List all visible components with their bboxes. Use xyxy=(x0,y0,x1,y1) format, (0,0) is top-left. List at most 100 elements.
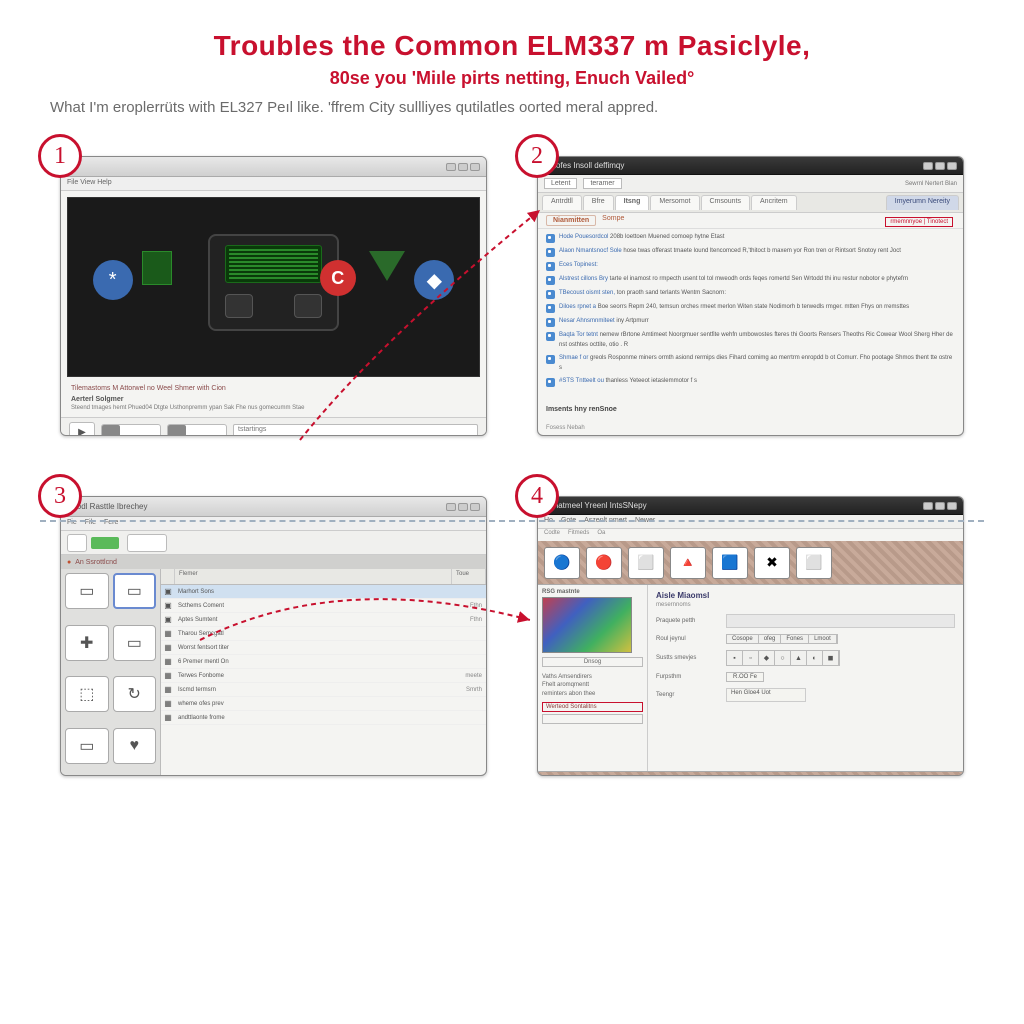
header-right: Sewrnl Nertert Blan xyxy=(905,181,957,187)
checkbox-icon[interactable] xyxy=(546,276,555,285)
file-row[interactable]: ▣Aptes SumtentFthn xyxy=(161,613,486,627)
checkbox-icon[interactable] xyxy=(546,234,555,243)
form-label: Teengr xyxy=(656,692,720,698)
toolbar-big-icon[interactable]: 🔺 xyxy=(670,547,706,579)
sidebar-icon[interactable]: ▭ xyxy=(65,573,109,609)
text-input[interactable]: Hen Gloe4 Uot xyxy=(726,688,806,702)
toolbar-big-icon[interactable]: 🔴 xyxy=(586,547,622,579)
tab-0[interactable]: Antrdtll xyxy=(542,195,582,210)
sidebar-icon[interactable]: ▭ xyxy=(113,573,157,609)
form-row: Praquete petth xyxy=(656,614,955,628)
form-label: Praquete petth xyxy=(656,618,720,624)
text-input[interactable] xyxy=(726,614,955,628)
subtab-0[interactable]: Nianmitten xyxy=(546,215,596,226)
checkbox-icon[interactable] xyxy=(546,332,555,341)
file-row[interactable]: ▦Worrst fentsort titer xyxy=(161,641,486,655)
option-tabs[interactable]: CosopeofegFonesLmoot xyxy=(726,634,838,644)
checkbox-icon[interactable] xyxy=(546,378,555,387)
step-badge-4: 4 xyxy=(515,474,559,518)
toolbar-big-icon[interactable]: 🔵 xyxy=(544,547,580,579)
file-row[interactable]: ▣Marhort Sons xyxy=(161,585,486,599)
form-label: Sustts smevjes xyxy=(656,655,720,661)
menubar[interactable]: HoGoteAszenlt nmertNewer xyxy=(538,515,963,529)
window-controls[interactable] xyxy=(446,503,480,511)
checklist-item[interactable]: Diloes rpnet a Boe seorrs Repm 240, tems… xyxy=(546,303,955,313)
icon-picker[interactable]: ▪▫◆○▲◐◼ xyxy=(726,650,840,666)
sidebar-icon[interactable]: ♥ xyxy=(113,728,157,764)
file-row[interactable]: ▦wheme ofes prev xyxy=(161,697,486,711)
green-triangle-icon xyxy=(369,251,405,281)
file-row[interactable]: ▣Scthems ComentFthn xyxy=(161,599,486,613)
file-row[interactable]: ▦6 Premer mentl On xyxy=(161,655,486,669)
tab-1[interactable]: Bfre xyxy=(583,195,614,210)
file-row[interactable]: ▦Tharou Semcgatl xyxy=(161,627,486,641)
file-row[interactable]: ▦Terwes Fonbomemeete xyxy=(161,669,486,683)
section-divider xyxy=(40,520,984,522)
dropdown-2[interactable]: teramer xyxy=(583,178,621,189)
checklist-item[interactable]: Eces Topinest: xyxy=(546,261,955,271)
tab-2[interactable]: Itsng xyxy=(615,195,650,210)
sidebar-icon[interactable]: ▭ xyxy=(65,728,109,764)
tab-5[interactable]: Ancritem xyxy=(751,195,797,210)
file-row[interactable]: ▦Iscmd termsrnSmrth xyxy=(161,683,486,697)
checklist-item[interactable]: Alstrest cillons Bry tarte el inamost ro… xyxy=(546,275,955,285)
tab-strip: ●An Ssrottlcnd xyxy=(61,555,486,569)
panel-3: 3 Shodl Rasttle Ibrechey FieFileFere ●An… xyxy=(60,496,487,776)
window-scanner: File View Help * C ◆ Tilemastoms M Attor… xyxy=(60,156,487,436)
checklist-item[interactable]: TBecoust oismt sten, ton praoth sand ter… xyxy=(546,289,955,299)
tab-label[interactable]: An Ssrottlcnd xyxy=(75,559,117,566)
side-text-1: Vaths Amsendirers xyxy=(542,673,643,681)
play-button[interactable]: ▶ xyxy=(69,422,95,436)
download-button[interactable]: Dnsog xyxy=(542,657,643,667)
tab-right[interactable]: Imyerumn Nereity xyxy=(886,195,959,210)
toolbar-big-icon[interactable]: 🟦 xyxy=(712,547,748,579)
footer-seg-1: For rT Bent toamert as tuntern xyxy=(544,775,635,777)
column-headers: Flemer Toue xyxy=(161,569,486,585)
toolbar-big-icon[interactable]: ⬜ xyxy=(628,547,664,579)
checkbox-icon[interactable] xyxy=(546,290,555,299)
bluetooth-icon-left: * xyxy=(93,260,133,300)
checkbox-icon[interactable] xyxy=(546,304,555,313)
bluetooth-icon-right: ◆ xyxy=(414,260,454,300)
toolbar xyxy=(61,531,486,555)
toolbar-button[interactable] xyxy=(67,534,87,552)
sidebar-icon[interactable]: ↻ xyxy=(113,676,157,712)
checklist-item[interactable]: Baqta Tor tetnt nemew rBrtone Amtimeet N… xyxy=(546,331,955,350)
form-label: Furpsthm xyxy=(656,674,720,680)
sidebar-icon[interactable]: ⬚ xyxy=(65,676,109,712)
dropdown-1[interactable]: Letent xyxy=(544,178,577,189)
checkbox-icon[interactable] xyxy=(546,262,555,271)
sidebar-icon[interactable]: ▭ xyxy=(113,625,157,661)
step-badge-2: 2 xyxy=(515,134,559,178)
checklist-item[interactable]: Shmae f or greols Rosponme miners ormth … xyxy=(546,354,955,373)
toolbar-button-2[interactable] xyxy=(127,534,167,552)
window-controls[interactable] xyxy=(923,502,957,510)
subtab-1[interactable]: Sompe xyxy=(602,215,624,226)
side-box-1[interactable]: Werteod Sontalitns xyxy=(542,702,643,712)
toggle-switch-2[interactable] xyxy=(167,424,227,436)
window-controls[interactable] xyxy=(923,162,957,170)
tab-3[interactable]: Mersomot xyxy=(650,195,699,210)
checklist-item[interactable]: Alaon Nmantsnocf Sole hose twas offerast… xyxy=(546,247,955,257)
checklist-item[interactable]: #STS Tntteelt ou thanless Yeteeot ietasl… xyxy=(546,377,955,387)
checkbox-icon[interactable] xyxy=(546,318,555,327)
side-box-2[interactable] xyxy=(542,714,643,724)
caption-line-3: Steend tmages hemt Phued04 Dtgte Usthonp… xyxy=(61,405,486,417)
checkbox-icon[interactable] xyxy=(546,355,555,364)
small-value[interactable]: R.OO Fe xyxy=(726,672,764,682)
toolbar-big-icon[interactable]: ⬜ xyxy=(796,547,832,579)
checklist-item[interactable]: Hode Pouesordcol 208b loettoen Muened co… xyxy=(546,233,955,243)
window-controls[interactable] xyxy=(446,163,480,171)
toolbar-big-icon[interactable]: ✖ xyxy=(754,547,790,579)
tab-4[interactable]: Cmsounts xyxy=(701,195,751,210)
sidebar-icon[interactable]: ✚ xyxy=(65,625,109,661)
file-row[interactable]: ▦andttlaonte frome xyxy=(161,711,486,725)
checklist-item[interactable]: Nesar Ahnsmnmiteet iny Artpmurr xyxy=(546,317,955,327)
red-badge-icon: C xyxy=(320,260,356,296)
menubar[interactable]: File View Help xyxy=(61,177,486,191)
green-chip-left xyxy=(142,251,172,285)
toggle-switch[interactable] xyxy=(101,424,161,436)
checkbox-icon[interactable] xyxy=(546,248,555,257)
red-highlight: rmemnnyoe | Tinotect xyxy=(885,217,953,227)
sub-menubar[interactable]: CodteFitmedsOa xyxy=(538,529,963,541)
